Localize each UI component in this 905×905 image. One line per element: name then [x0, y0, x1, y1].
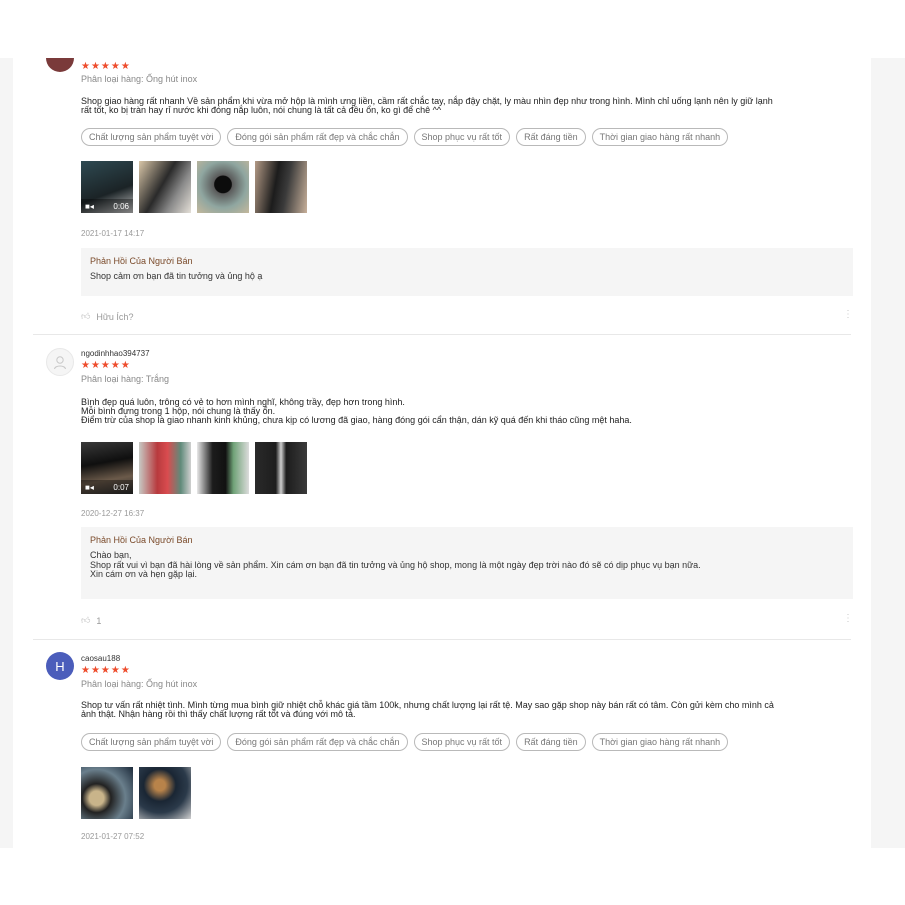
review-item: ngodinhhao394737 ★★★★★ Phân loại hàng: T…	[13, 335, 871, 640]
review-text: Shop giao hàng rất nhanh Về sản phẩm khi…	[81, 96, 773, 115]
seller-response: Phản Hồi Của Người Bán Chào bạn, Shop rấ…	[81, 527, 853, 599]
photo-thumbnail[interactable]	[255, 442, 307, 494]
review-media	[81, 767, 191, 819]
avatar[interactable]	[46, 58, 74, 72]
review-tags: Chất lượng sản phẩm tuyệt vời Đóng gói s…	[81, 733, 729, 751]
seller-response: Phản Hồi Của Người Bán Shop cảm ơn bạn đ…	[81, 248, 853, 296]
thumbs-up-icon: 👍︎	[81, 311, 91, 321]
review-tag: Thời gian giao hàng rất nhanh	[591, 733, 729, 751]
review-tag: Thời gian giao hàng rất nhanh	[591, 128, 729, 146]
seller-response-text: Chào bạn, Shop rất vui vì bạn đã hài lòn…	[90, 550, 701, 579]
review-text: Bình đẹp quá luôn, trông có vẻ to hơn mì…	[81, 397, 632, 425]
review-tag: Đóng gói sản phẩm rất đẹp và chắc chắn	[227, 128, 408, 146]
review-media: ■◂ 0:06	[81, 161, 307, 213]
seller-response-title: Phản Hồi Của Người Bán	[90, 535, 193, 545]
variant-label: Phân loại hàng: Trắng	[81, 374, 170, 384]
photo-thumbnail[interactable]	[81, 767, 133, 819]
review-item: ★★★★★ Phân loại hàng: Ống hút inox Shop …	[13, 58, 871, 336]
reviews-panel: ★★★★★ Phân loại hàng: Ống hút inox Shop …	[13, 58, 871, 848]
video-camera-icon: ■◂	[85, 482, 94, 492]
seller-response-title: Phản Hồi Của Người Bán	[90, 256, 193, 266]
helpful-button[interactable]: 👍︎ Hữu Ích?	[81, 311, 133, 322]
review-tag: Chất lượng sản phẩm tuyệt vời	[81, 733, 222, 751]
rating-stars: ★★★★★	[81, 360, 131, 371]
helpful-label: Hữu Ích?	[96, 311, 134, 322]
photo-thumbnail[interactable]	[197, 161, 249, 213]
video-overlay: ■◂ 0:07	[81, 480, 133, 494]
thumbs-up-icon: 👍︎	[81, 615, 91, 625]
username[interactable]: ngodinhhao394737	[81, 349, 150, 358]
video-duration: 0:07	[113, 482, 129, 492]
rating-stars: ★★★★★	[81, 61, 131, 72]
more-icon[interactable]: ⋮	[843, 309, 853, 320]
variant-label: Phân loại hàng: Ống hút inox	[81, 679, 198, 689]
photo-thumbnail[interactable]	[139, 442, 191, 494]
seller-response-text: Shop cảm ơn bạn đã tin tưởng và ủng hộ ạ	[90, 271, 263, 281]
avatar[interactable]	[46, 348, 74, 376]
helpful-count: 1	[96, 615, 102, 626]
review-tag: Rất đáng tiền	[516, 128, 586, 146]
photo-thumbnail[interactable]	[139, 767, 191, 819]
more-icon[interactable]: ⋮	[843, 613, 853, 624]
video-camera-icon: ■◂	[85, 201, 94, 211]
rating-stars: ★★★★★	[81, 665, 131, 676]
photo-thumbnail[interactable]	[139, 161, 191, 213]
review-date: 2020-12-27 16:37	[81, 509, 145, 518]
photo-thumbnail[interactable]	[197, 442, 249, 494]
reviews-background: ★★★★★ Phân loại hàng: Ống hút inox Shop …	[0, 58, 905, 848]
review-text: Shop tư vấn rất nhiệt tình. Mình từng mu…	[81, 700, 774, 719]
video-thumbnail[interactable]: ■◂ 0:07	[81, 442, 133, 494]
review-tag: Shop phục vụ rất tốt	[413, 128, 511, 146]
review-tag: Shop phục vụ rất tốt	[413, 733, 511, 751]
variant-label: Phân loại hàng: Ống hút inox	[81, 74, 198, 84]
video-thumbnail[interactable]: ■◂ 0:06	[81, 161, 133, 213]
video-duration: 0:06	[113, 201, 129, 211]
review-tag: Đóng gói sản phẩm rất đẹp và chắc chắn	[227, 733, 408, 751]
review-tag: Rất đáng tiền	[516, 733, 586, 751]
avatar[interactable]: H	[46, 652, 74, 680]
video-overlay: ■◂ 0:06	[81, 199, 133, 213]
user-placeholder-icon	[54, 356, 66, 370]
review-media: ■◂ 0:07	[81, 442, 307, 494]
avatar-letter: H	[55, 658, 65, 674]
review-date: 2021-01-27 07:52	[81, 832, 145, 841]
review-item: H caosau188 ★★★★★ Phân loại hàng: Ống hú…	[13, 640, 871, 848]
review-date: 2021-01-17 14:17	[81, 229, 145, 238]
username[interactable]: caosau188	[81, 654, 120, 663]
review-tag: Chất lượng sản phẩm tuyệt vời	[81, 128, 222, 146]
helpful-button[interactable]: 👍︎ 1	[81, 615, 101, 626]
photo-thumbnail[interactable]	[255, 161, 307, 213]
review-tags: Chất lượng sản phẩm tuyệt vời Đóng gói s…	[81, 128, 729, 146]
